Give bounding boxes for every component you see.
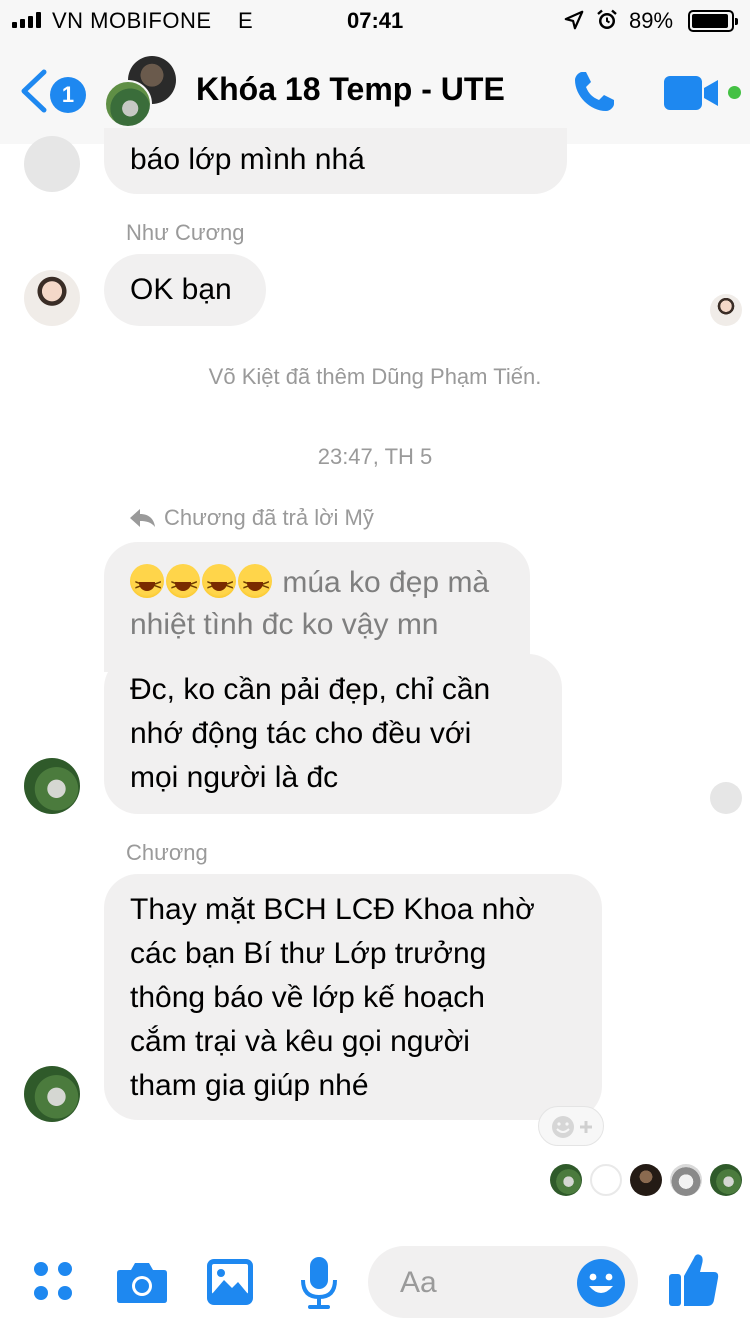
- avatar[interactable]: [24, 758, 80, 814]
- composer-bar: Aa: [0, 1236, 750, 1334]
- reply-indicator: Chương đã trả lời Mỹ: [128, 505, 374, 531]
- photo-icon[interactable]: [206, 1258, 254, 1306]
- battery-percent: 89%: [629, 8, 674, 33]
- quoted-message[interactable]: múa ko đẹp mà nhiệt tình đc ko vậy mn: [104, 542, 530, 672]
- laughing-emoji-icon: [130, 564, 164, 607]
- video-camera-icon[interactable]: [664, 76, 720, 110]
- network-type: E: [238, 8, 253, 33]
- group-avatar-secondary[interactable]: [104, 80, 152, 128]
- conversation-title[interactable]: Khóa 18 Temp - UTE: [196, 71, 505, 108]
- location-arrow-icon: [564, 10, 584, 30]
- message-bubble[interactable]: báo lớp mình nhá: [104, 128, 567, 194]
- laughing-emoji-icon: [202, 564, 236, 607]
- emoji-icon[interactable]: [576, 1258, 626, 1308]
- avatar[interactable]: [24, 270, 80, 326]
- thumbs-up-icon[interactable]: [668, 1252, 720, 1308]
- sender-name: Chương: [126, 840, 208, 865]
- message-input-placeholder: Aa: [400, 1266, 437, 1299]
- clock: 07:41: [347, 8, 404, 33]
- system-message: Võ Kiệt đã thêm Dũng Phạm Tiến.: [208, 364, 542, 389]
- seen-avatar: [710, 782, 742, 814]
- status-bar: VN MOBIFONE E 07:41 89%: [0, 0, 750, 40]
- message-bubble[interactable]: OK bạn: [104, 254, 266, 326]
- reply-icon: [130, 509, 155, 527]
- phone-icon[interactable]: [570, 68, 618, 116]
- unread-count-badge[interactable]: 1: [50, 77, 86, 113]
- avatar[interactable]: [24, 1066, 80, 1122]
- microphone-icon[interactable]: [300, 1256, 338, 1310]
- seen-avatar: [590, 1164, 622, 1196]
- message-bubble[interactable]: Thay mặt BCH LCĐ Khoa nhờ các bạn Bí thư…: [104, 874, 602, 1120]
- alarm-icon: [597, 9, 617, 29]
- add-reaction-icon: [552, 1116, 592, 1138]
- message-bubble[interactable]: Đc, ko cần pải đẹp, chỉ cần nhớ động tác…: [104, 654, 562, 814]
- seen-avatar: [710, 1164, 742, 1196]
- active-status-dot: [728, 86, 741, 99]
- seen-avatar: [550, 1164, 582, 1196]
- signal-icon: [12, 12, 41, 28]
- camera-icon[interactable]: [116, 1260, 168, 1304]
- seen-avatar: [710, 294, 742, 326]
- battery-icon: [688, 10, 738, 32]
- carrier-name: VN MOBIFONE: [52, 8, 212, 33]
- laughing-emoji-icon: [166, 564, 200, 607]
- avatar[interactable]: [24, 136, 80, 192]
- apps-icon[interactable]: [32, 1260, 76, 1304]
- add-reaction-button[interactable]: [538, 1106, 604, 1146]
- seen-avatar: [670, 1164, 702, 1196]
- sender-name: Như Cương: [126, 220, 245, 245]
- laughing-emoji-icon: [238, 564, 272, 607]
- seen-avatar: [630, 1164, 662, 1196]
- timestamp: 23:47, TH 5: [317, 444, 433, 469]
